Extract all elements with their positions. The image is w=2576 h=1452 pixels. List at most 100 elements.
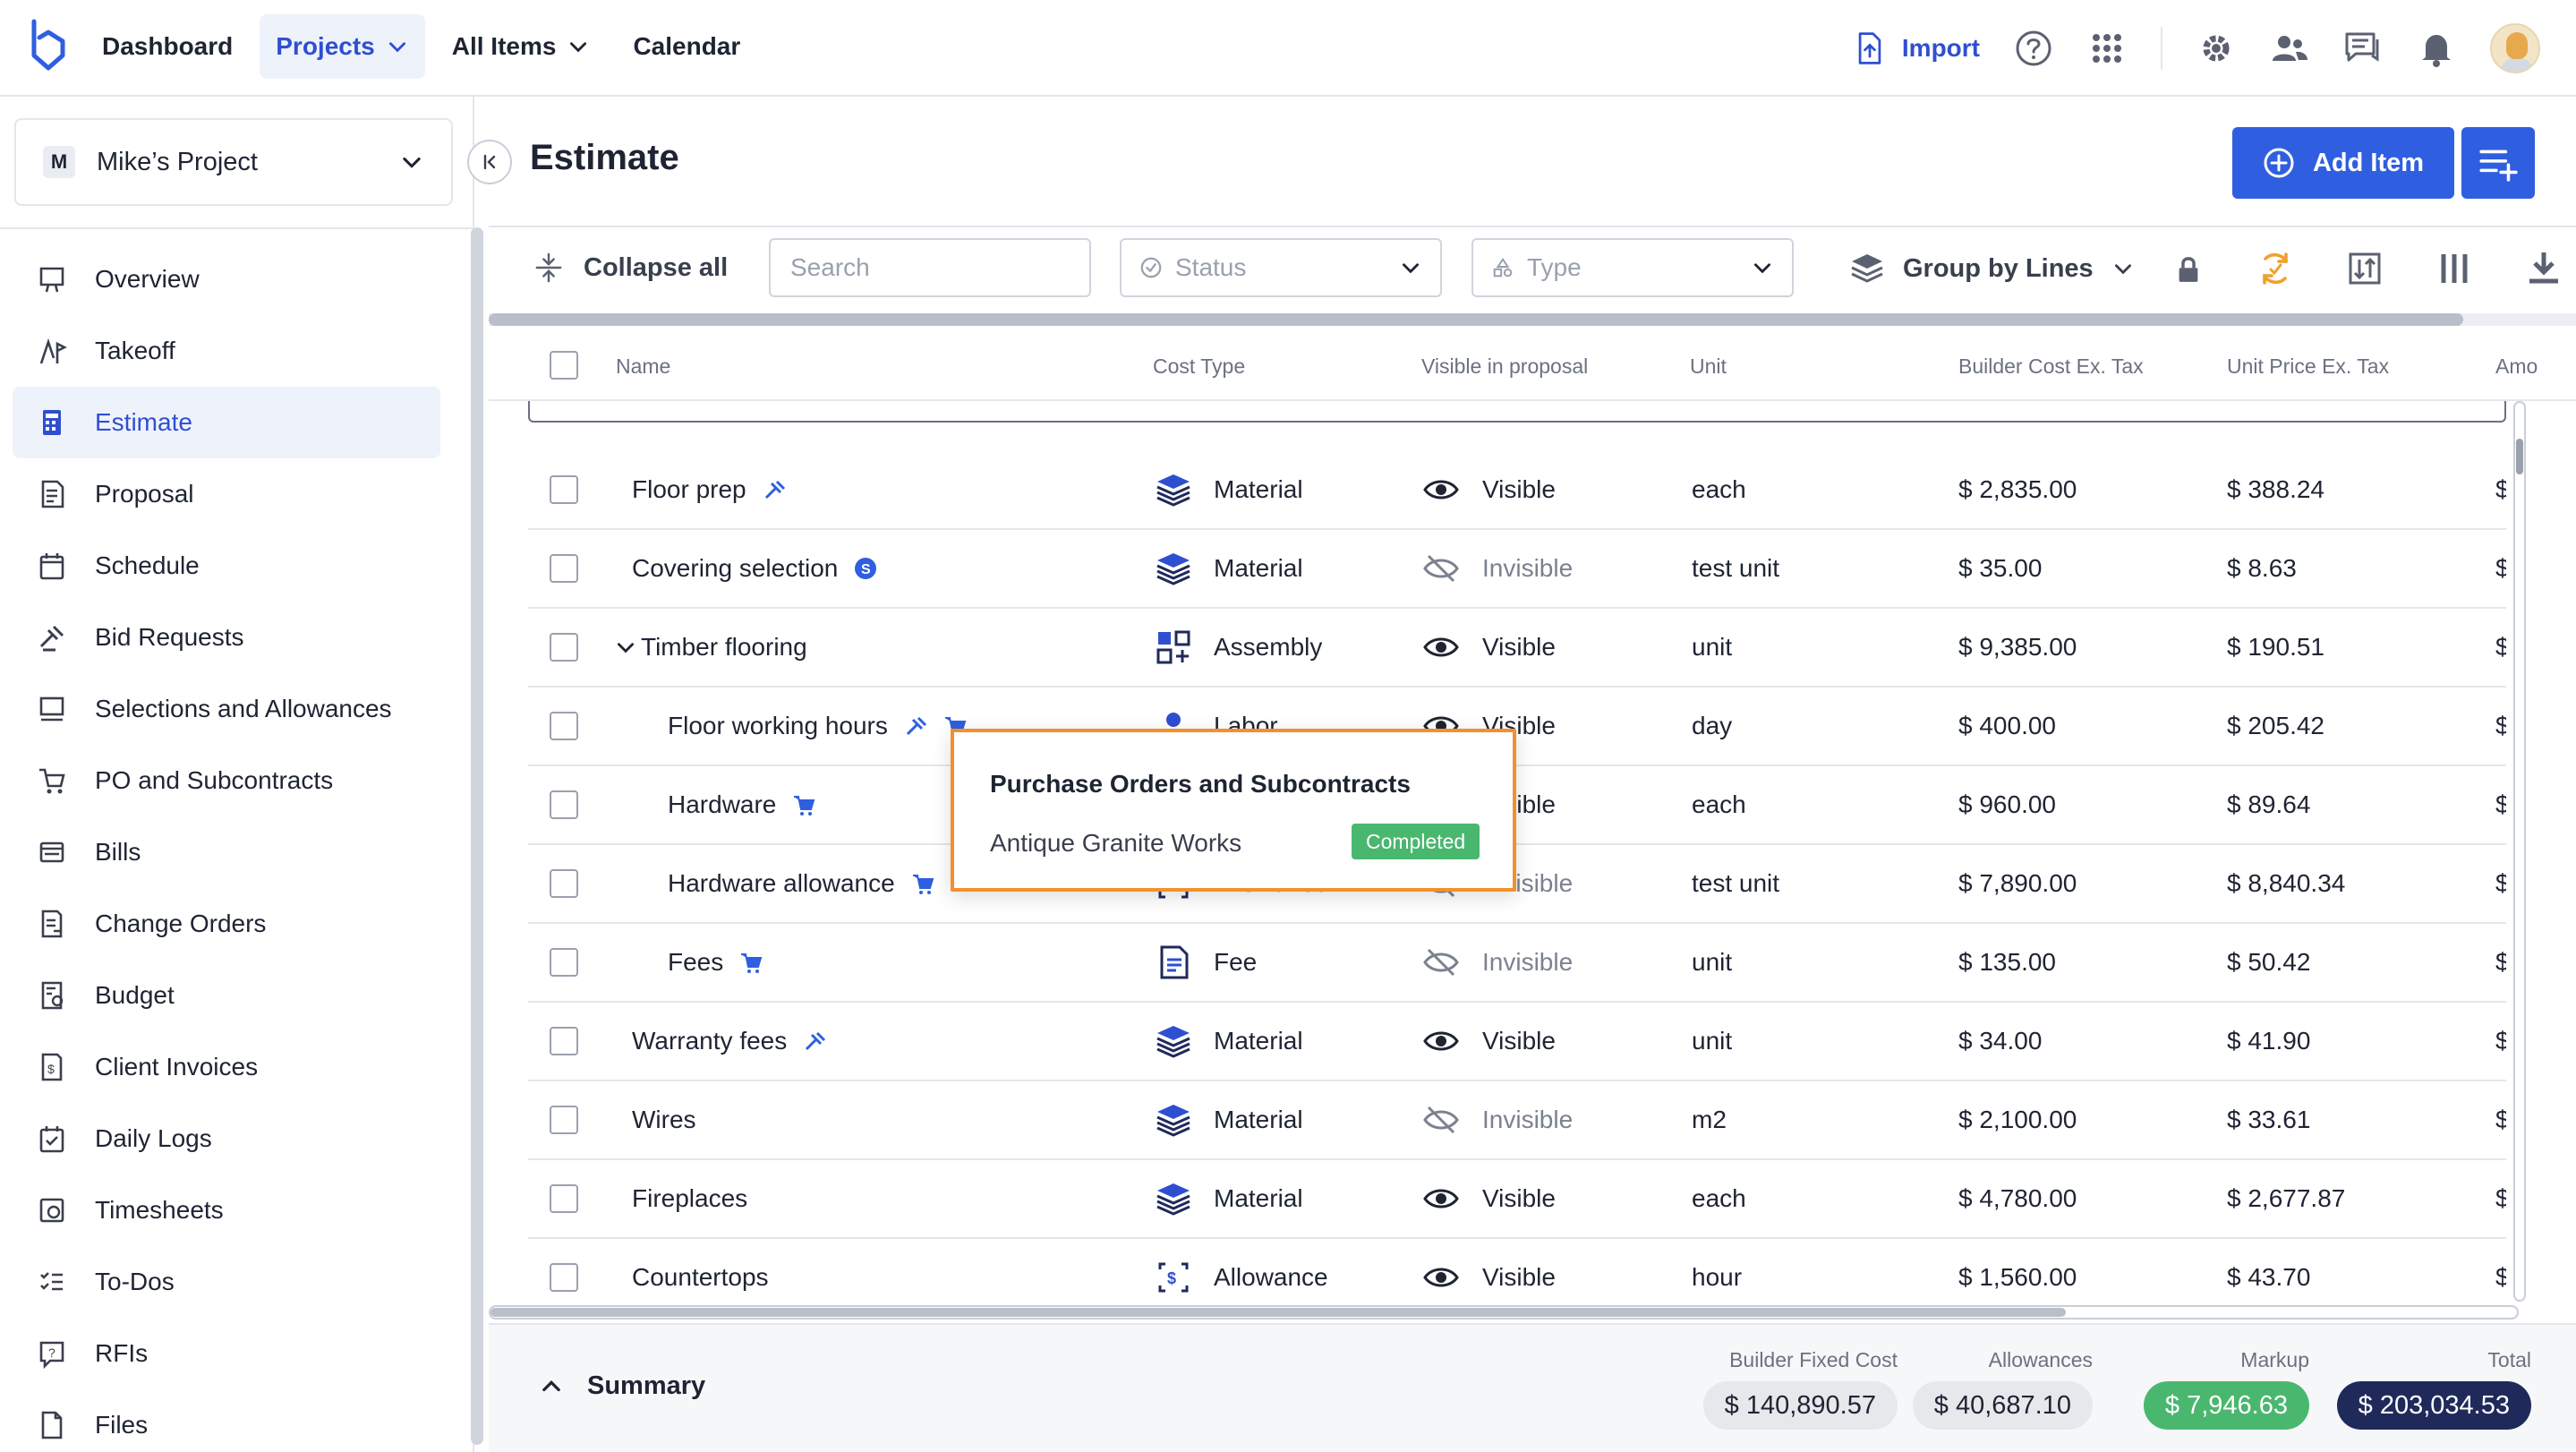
- columns-icon[interactable]: [2435, 249, 2474, 288]
- nav-item-projects[interactable]: Projects: [260, 14, 425, 79]
- row-checkbox[interactable]: [550, 1003, 578, 1080]
- sort-columns-icon[interactable]: [2345, 249, 2384, 288]
- select-all-checkbox[interactable]: [550, 351, 578, 380]
- sidebar-item-budget[interactable]: Budget: [13, 960, 440, 1031]
- chevron-down-icon[interactable]: [614, 636, 637, 659]
- table-horizontal-scrollbar[interactable]: [489, 1305, 2519, 1320]
- gear-icon[interactable]: [2196, 29, 2236, 68]
- column-header-name[interactable]: Name: [616, 354, 670, 379]
- visibility-cell[interactable]: Visible: [1423, 1003, 1556, 1080]
- sidebar-item-po-and-subcontracts[interactable]: PO and Subcontracts: [13, 745, 440, 816]
- sidebar-item-estimate[interactable]: Estimate: [13, 387, 440, 458]
- bid-request-icon[interactable]: [763, 478, 786, 501]
- column-header-cost-type[interactable]: Cost Type: [1153, 354, 1245, 379]
- help-icon[interactable]: [2014, 29, 2053, 68]
- row-checkbox[interactable]: [550, 609, 578, 686]
- visibility-cell[interactable]: Invisible: [1423, 1081, 1573, 1158]
- sidebar-item-bills[interactable]: Bills: [13, 816, 440, 888]
- row-checkbox[interactable]: [550, 845, 578, 922]
- sidebar-item-bid-requests[interactable]: Bid Requests: [13, 602, 440, 673]
- nav-item-all-items[interactable]: All Items: [436, 14, 607, 79]
- sidebar-item-to-dos[interactable]: To-Dos: [13, 1246, 440, 1318]
- table-row[interactable]: Floor prep Material Visible each $ 2,835.00 $…: [528, 451, 2506, 530]
- status-filter-select[interactable]: Status: [1120, 238, 1442, 297]
- search-input[interactable]: [790, 253, 1113, 282]
- item-name[interactable]: Hardware: [668, 790, 776, 819]
- selection-icon[interactable]: S: [854, 557, 877, 580]
- table-row[interactable]: HardwareMaterialVisibleeach$ 960.00$ 89.…: [528, 766, 2506, 845]
- sidebar-item-client-invoices[interactable]: $ Client Invoices: [13, 1031, 440, 1103]
- team-icon[interactable]: [2270, 29, 2309, 68]
- row-checkbox[interactable]: [550, 766, 578, 843]
- row-checkbox[interactable]: [550, 1160, 578, 1237]
- column-header-unit-price[interactable]: Unit Price Ex. Tax: [2227, 354, 2389, 379]
- row-checkbox[interactable]: [550, 924, 578, 1001]
- sidebar-item-files[interactable]: Files: [13, 1389, 440, 1452]
- visibility-cell[interactable]: Visible: [1423, 609, 1556, 686]
- visibility-cell[interactable]: Visible: [1423, 1160, 1556, 1237]
- messages-icon[interactable]: [2343, 29, 2383, 68]
- item-name[interactable]: Fees: [668, 948, 723, 977]
- project-selector[interactable]: M Mike’s Project: [14, 118, 453, 206]
- sidebar-item-daily-logs[interactable]: Daily Logs: [13, 1103, 440, 1174]
- group-by-select[interactable]: Group by Lines: [1849, 251, 2135, 286]
- toolbar-horizontal-scrollbar[interactable]: [489, 313, 2576, 326]
- table-row[interactable]: Covering selection S Material Invisible test…: [528, 530, 2506, 609]
- table-row[interactable]: Wires Material Invisible m2 $ 2,100.00 $ 33.6…: [528, 1081, 2506, 1160]
- column-header-builder-cost[interactable]: Builder Cost Ex. Tax: [1958, 354, 2144, 379]
- bid-request-icon[interactable]: [904, 714, 927, 738]
- table-row[interactable]: Warranty fees Material Visible unit $ 34.00 $…: [528, 1003, 2506, 1081]
- cart-icon[interactable]: [739, 951, 763, 974]
- row-checkbox[interactable]: [550, 688, 578, 764]
- table-row[interactable]: Fireplaces Material Visible each $ 4,780.00 $…: [528, 1160, 2506, 1239]
- app-logo-icon[interactable]: [27, 16, 70, 75]
- collapse-sidebar-button[interactable]: [467, 140, 512, 184]
- scrollbar-thumb[interactable]: [490, 1308, 2066, 1317]
- summary-toggle[interactable]: Summary: [539, 1371, 705, 1401]
- sidebar-item-change-orders[interactable]: Change Orders: [13, 888, 440, 960]
- column-header-unit[interactable]: Unit: [1690, 354, 1727, 379]
- item-name[interactable]: Floor working hours: [668, 712, 888, 740]
- column-header-amount[interactable]: Amo: [2495, 354, 2538, 379]
- popover-vendor-link[interactable]: Antique Granite Works: [990, 829, 1241, 858]
- row-checkbox[interactable]: [550, 451, 578, 528]
- bid-request-icon[interactable]: [803, 1029, 826, 1053]
- item-name[interactable]: Timber flooring: [641, 633, 807, 662]
- item-name[interactable]: Fireplaces: [632, 1184, 747, 1213]
- download-icon[interactable]: [2524, 249, 2563, 288]
- visibility-cell[interactable]: Invisible: [1423, 924, 1573, 1001]
- nav-item-calendar[interactable]: Calendar: [617, 14, 756, 79]
- sidebar-item-timesheets[interactable]: Timesheets: [13, 1174, 440, 1246]
- table-vertical-scrollbar[interactable]: [2513, 401, 2526, 1302]
- cart-icon[interactable]: [911, 872, 934, 895]
- nav-item-dashboard[interactable]: Dashboard: [86, 14, 249, 79]
- type-filter-select[interactable]: Type: [1471, 238, 1794, 297]
- item-name[interactable]: Covering selection: [632, 554, 838, 583]
- table-row[interactable]: Fees Fee Invisible unit $ 135.00 $ 50.42 $: [528, 924, 2506, 1003]
- sync-icon[interactable]: [2256, 249, 2295, 288]
- table-row[interactable]: Timber flooring Assembly Visible unit $ 9,38…: [528, 609, 2506, 688]
- sidebar-item-selections-and-allowances[interactable]: Selections and Allowances: [13, 673, 440, 745]
- bell-icon[interactable]: [2417, 29, 2456, 68]
- row-checkbox[interactable]: [550, 1081, 578, 1158]
- sidebar-item-schedule[interactable]: Schedule: [13, 530, 440, 602]
- sidebar-scrollbar[interactable]: [471, 227, 483, 1445]
- visibility-cell[interactable]: Invisible: [1423, 530, 1573, 607]
- collapse-all-button[interactable]: Collapse all: [533, 252, 728, 283]
- item-name[interactable]: Floor prep: [632, 475, 746, 504]
- table-row[interactable]: Hardware allowance$AllowanceInvisibletes…: [528, 845, 2506, 924]
- item-name[interactable]: Countertops: [632, 1263, 769, 1292]
- column-header-visible[interactable]: Visible in proposal: [1421, 354, 1588, 379]
- add-lines-button[interactable]: [2461, 127, 2535, 199]
- scrollbar-thumb[interactable]: [2516, 439, 2523, 474]
- item-name[interactable]: Hardware allowance: [668, 869, 895, 898]
- sidebar-item-rfis[interactable]: ? RFIs: [13, 1318, 440, 1389]
- table-row[interactable]: Floor working hours Labor Visible day $ 400.…: [528, 688, 2506, 766]
- scrollbar-thumb[interactable]: [489, 313, 2463, 326]
- import-button[interactable]: Import: [1852, 30, 1980, 66]
- apps-grid-icon[interactable]: [2087, 29, 2127, 68]
- item-name[interactable]: Wires: [632, 1106, 696, 1134]
- cart-icon[interactable]: [792, 793, 815, 816]
- add-item-button[interactable]: Add Item: [2232, 127, 2454, 199]
- item-name[interactable]: Warranty fees: [632, 1027, 787, 1055]
